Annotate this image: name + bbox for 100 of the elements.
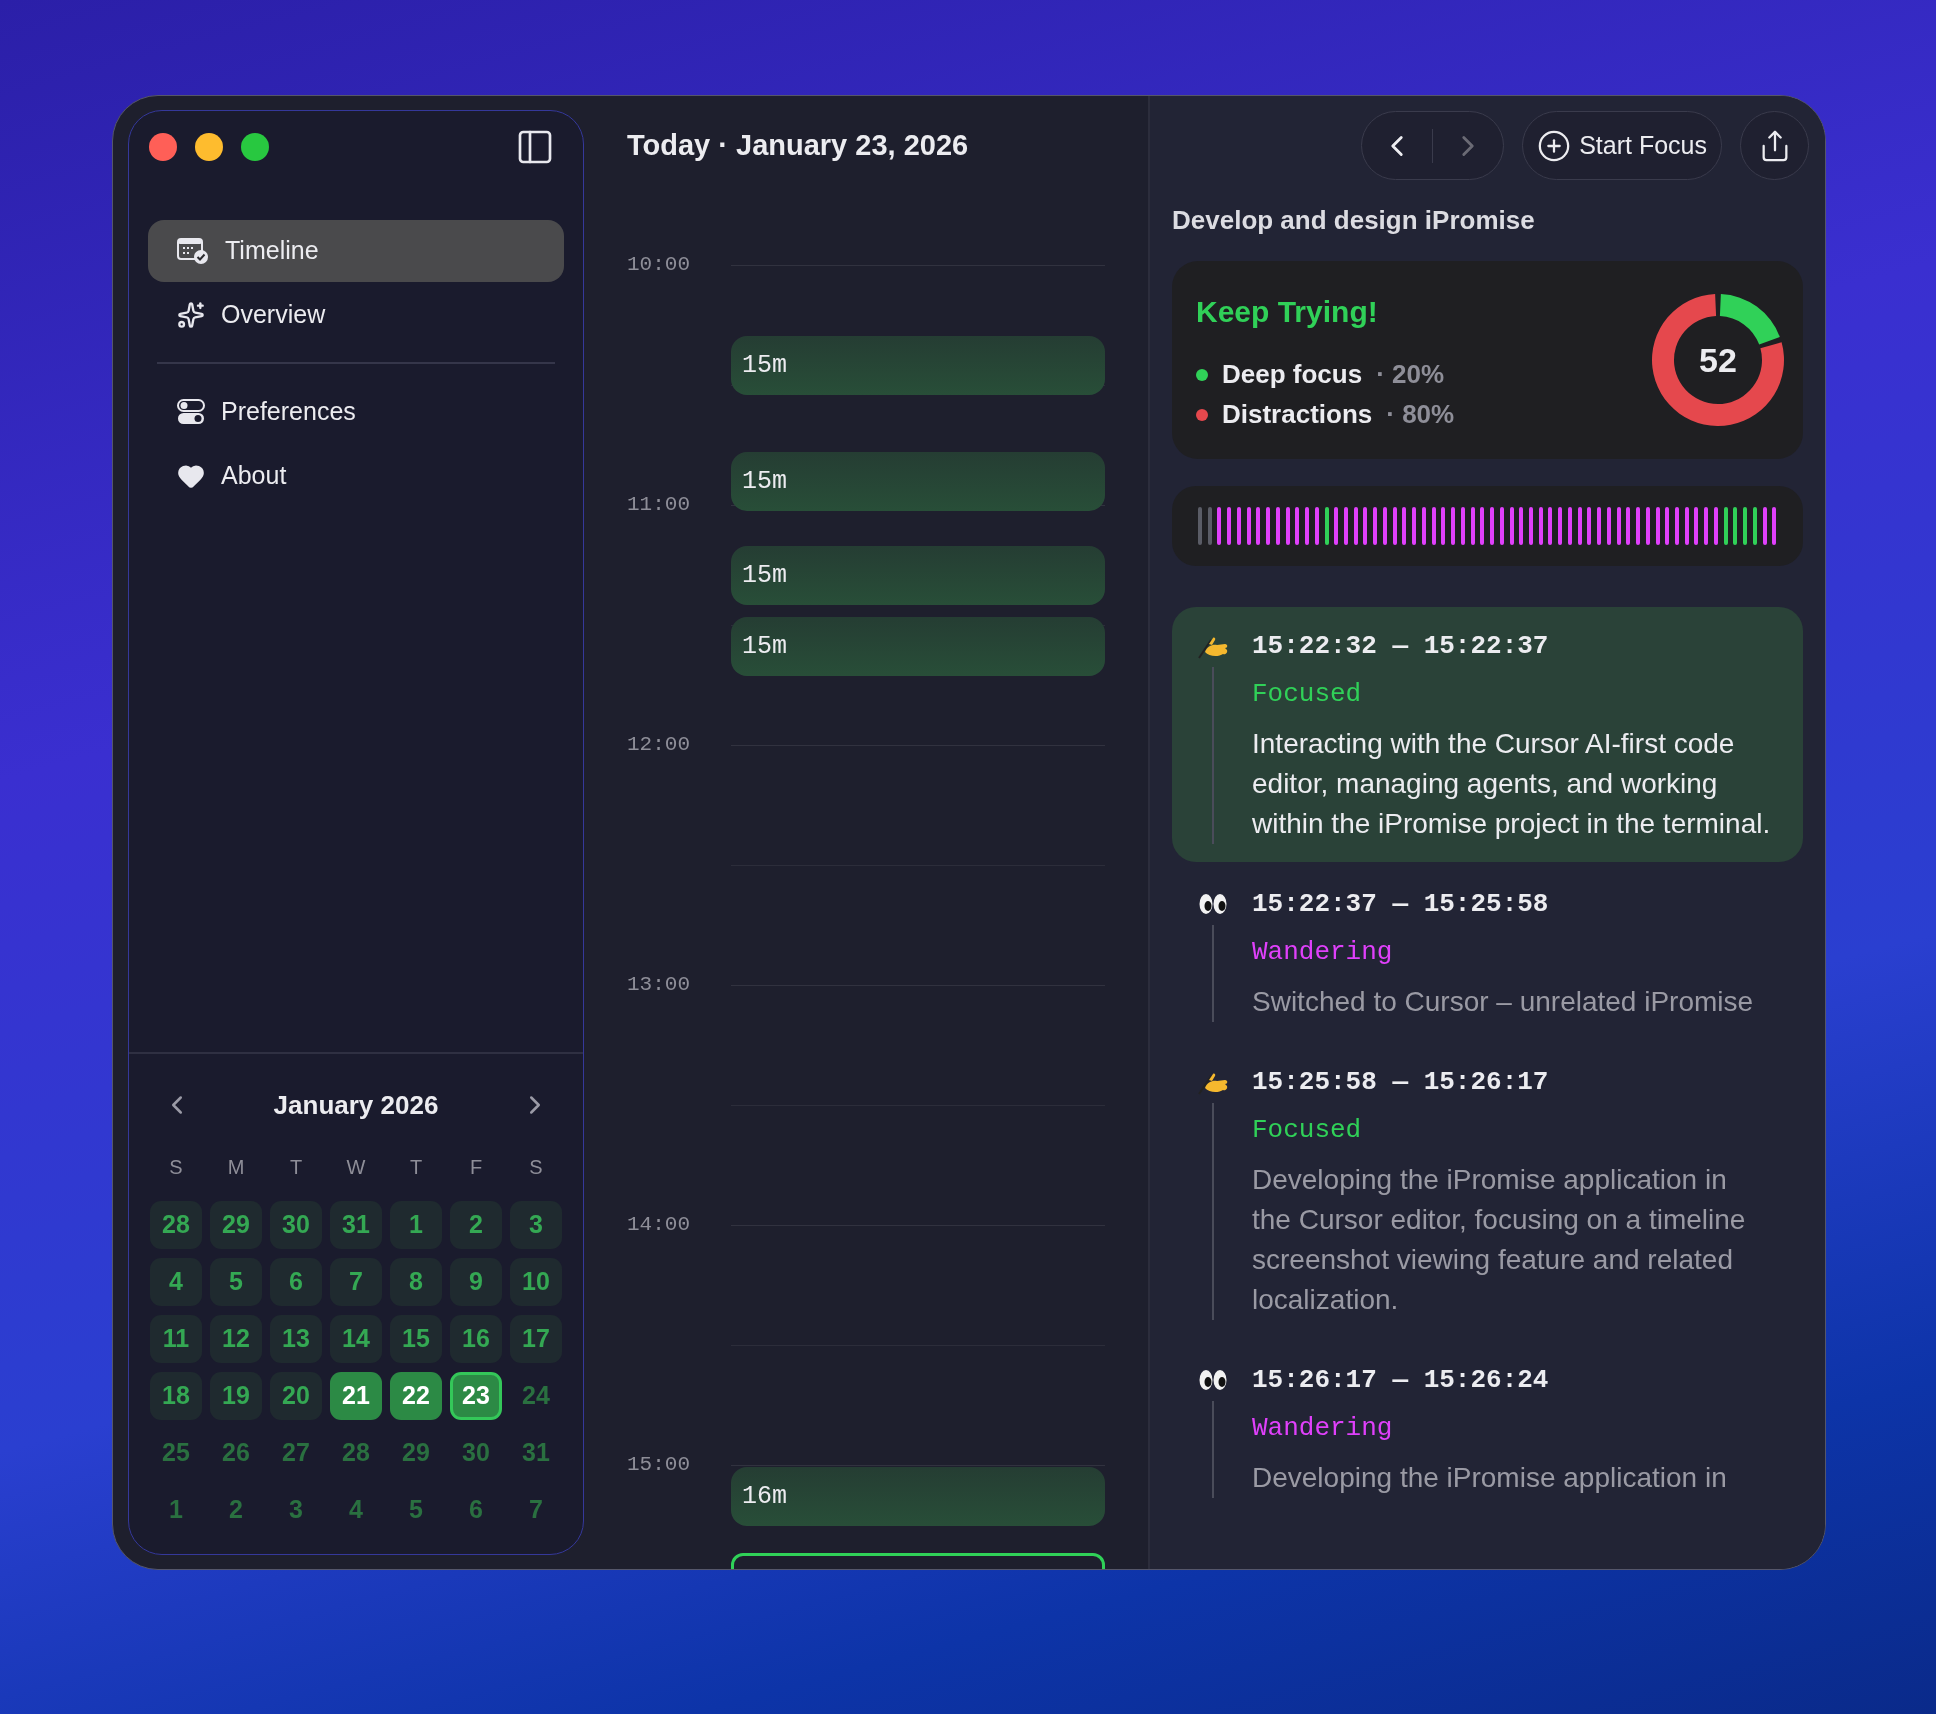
session-block[interactable]: 15m bbox=[731, 452, 1105, 511]
weekday-label: S bbox=[168, 1155, 184, 1179]
hour-label: 15:00 bbox=[627, 1452, 691, 1479]
weekday-label: F bbox=[468, 1155, 484, 1179]
month-title: January 2026 bbox=[273, 1088, 439, 1122]
activity-description: Interacting with the Cursor AI-first code editor, managing agents, and working within the iPromise project in the terminal. bbox=[1252, 727, 1772, 841]
calendar-day[interactable]: 17 bbox=[510, 1315, 562, 1363]
activity-entry[interactable]: 15:25:58 — 15:26:17 Focused Developing the iPromise application in the Cursor editor, focusing on a timeline screenshot viewing feature and related localization. bbox=[1172, 1043, 1803, 1338]
calendar-day[interactable]: 2 bbox=[450, 1201, 502, 1249]
calendar-day[interactable]: 16 bbox=[450, 1315, 502, 1363]
calendar-day[interactable]: 19 bbox=[210, 1372, 262, 1420]
calendar-day[interactable]: 22 bbox=[390, 1372, 442, 1420]
calendar-day[interactable]: 31 bbox=[510, 1429, 562, 1477]
weekday-label: M bbox=[226, 1155, 246, 1179]
toggles-icon bbox=[177, 398, 205, 426]
calendar-day[interactable]: 29 bbox=[390, 1429, 442, 1477]
session-block[interactable]: 15m bbox=[731, 546, 1105, 605]
weekday-label: T bbox=[288, 1155, 304, 1179]
status-label: Wandering bbox=[1252, 936, 1394, 969]
calendar-day[interactable]: 14 bbox=[330, 1315, 382, 1363]
time-range: 15:22:32 — 15:22:37 bbox=[1252, 630, 1550, 663]
weekday-label: S bbox=[528, 1155, 544, 1179]
time-range: 15:22:37 — 15:25:58 bbox=[1252, 888, 1550, 921]
project-title: Develop and design iPromise bbox=[1172, 206, 1536, 234]
calendar-day[interactable]: 5 bbox=[390, 1486, 442, 1534]
activity-entry[interactable]: 15:26:17 — 15:26:24 Wandering Developing the iPromise application in bbox=[1172, 1341, 1803, 1516]
hour-label: 14:00 bbox=[627, 1212, 691, 1239]
calendar-day[interactable]: 6 bbox=[450, 1486, 502, 1534]
calendar-day[interactable]: 8 bbox=[390, 1258, 442, 1306]
sidebar-item[interactable]: About bbox=[148, 445, 564, 507]
calendar-day[interactable]: 2 bbox=[210, 1486, 262, 1534]
start-focus-button[interactable]: Start Focus bbox=[1522, 111, 1722, 180]
activity-entry[interactable]: 15:22:37 — 15:25:58 Wandering Switched to Cursor – unrelated iPromise bbox=[1172, 865, 1803, 1040]
calendar-day[interactable]: 20 bbox=[270, 1372, 322, 1420]
calendar-day[interactable]: 28 bbox=[330, 1429, 382, 1477]
score-headline: Keep Trying! bbox=[1196, 293, 1379, 330]
calendar-day[interactable]: 13 bbox=[270, 1315, 322, 1363]
timeline-title: Today · January 23, 2026 bbox=[627, 128, 969, 164]
activity-description: Switched to Cursor – unrelated iPromise bbox=[1252, 985, 1755, 1019]
hour-label: 13:00 bbox=[627, 972, 691, 999]
session-block[interactable]: 15m bbox=[731, 617, 1105, 676]
zoom-button[interactable] bbox=[241, 133, 269, 161]
calendar-day[interactable]: 9 bbox=[450, 1258, 502, 1306]
status-label: Wandering bbox=[1252, 1412, 1394, 1445]
calendar-day[interactable]: 7 bbox=[510, 1486, 562, 1534]
calendar-day[interactable]: 3 bbox=[270, 1486, 322, 1534]
heart-icon bbox=[177, 462, 205, 490]
legend-label: Deep focus bbox=[1222, 358, 1363, 391]
session-block[interactable]: 16m bbox=[731, 1467, 1105, 1526]
eyes-icon bbox=[1198, 891, 1228, 917]
calendar-day[interactable]: 6 bbox=[270, 1258, 322, 1306]
close-button[interactable] bbox=[149, 133, 177, 161]
calendar-day[interactable]: 28 bbox=[150, 1201, 202, 1249]
calendar-day[interactable]: 3 bbox=[510, 1201, 562, 1249]
hour-label: 12:00 bbox=[627, 732, 691, 759]
calendar-day[interactable]: 18 bbox=[150, 1372, 202, 1420]
calendar-day[interactable]: 15 bbox=[390, 1315, 442, 1363]
calendar-day[interactable]: 31 bbox=[330, 1201, 382, 1249]
calendar-day[interactable]: 21 bbox=[330, 1372, 382, 1420]
eyes-icon bbox=[1198, 1367, 1228, 1393]
calendar-day[interactable]: 1 bbox=[390, 1201, 442, 1249]
calendar-day[interactable]: 4 bbox=[330, 1486, 382, 1534]
minimize-button[interactable] bbox=[195, 133, 223, 161]
sidebar-item[interactable]: Overview bbox=[148, 284, 564, 346]
calendar-day[interactable]: 26 bbox=[210, 1429, 262, 1477]
legend-label: Distractions bbox=[1222, 398, 1373, 431]
calendar-day[interactable]: 30 bbox=[270, 1201, 322, 1249]
activity-entry[interactable]: 15:22:32 — 15:22:37 Focused Interacting with the Cursor AI-first code editor, managing agents, and working within the iPromise project in the terminal. bbox=[1172, 607, 1803, 862]
calendar-day[interactable]: 4 bbox=[150, 1258, 202, 1306]
calendar-day[interactable]: 23 bbox=[450, 1372, 502, 1420]
sidebar-item[interactable]: Preferences bbox=[148, 381, 564, 443]
plus-circle-icon bbox=[1537, 128, 1572, 163]
calendar-day[interactable]: 7 bbox=[330, 1258, 382, 1306]
activity-description: Developing the iPromise application in the Cursor editor, focusing on a timeline screenshot viewing feature and related localization. bbox=[1252, 1163, 1747, 1317]
status-label: Focused bbox=[1252, 1114, 1363, 1147]
calendar-day[interactable]: 24 bbox=[510, 1372, 562, 1420]
calendar-day[interactable]: 25 bbox=[150, 1429, 202, 1477]
calendar-day[interactable]: 1 bbox=[150, 1486, 202, 1534]
calendar-day[interactable]: 5 bbox=[210, 1258, 262, 1306]
sidebar-item[interactable]: Timeline bbox=[148, 220, 564, 282]
weekday-label: T bbox=[408, 1155, 424, 1179]
calendar-day[interactable]: 10 bbox=[510, 1258, 562, 1306]
sparkles-icon bbox=[177, 301, 205, 329]
calendar-day[interactable]: 11 bbox=[150, 1315, 202, 1363]
session-block[interactable]: 15m bbox=[731, 336, 1105, 395]
focus-score: 52 bbox=[1699, 339, 1737, 381]
status-label: Focused bbox=[1252, 678, 1363, 711]
weekday-label: W bbox=[345, 1155, 367, 1179]
calendar-day[interactable]: 30 bbox=[450, 1429, 502, 1477]
legend-value: · 80% bbox=[1386, 398, 1455, 431]
hour-label: 11:00 bbox=[627, 492, 691, 519]
calendar-day[interactable]: 27 bbox=[270, 1429, 322, 1477]
calendar-day[interactable]: 12 bbox=[210, 1315, 262, 1363]
calendar-check-icon bbox=[177, 237, 209, 265]
time-range: 15:25:58 — 15:26:17 bbox=[1252, 1066, 1550, 1099]
legend-value: · 20% bbox=[1376, 358, 1445, 391]
calendar-day[interactable]: 29 bbox=[210, 1201, 262, 1249]
hour-label: 10:00 bbox=[627, 252, 691, 279]
activity-description: Developing the iPromise application in bbox=[1252, 1461, 1728, 1495]
time-range: 15:26:17 — 15:26:24 bbox=[1252, 1364, 1550, 1397]
